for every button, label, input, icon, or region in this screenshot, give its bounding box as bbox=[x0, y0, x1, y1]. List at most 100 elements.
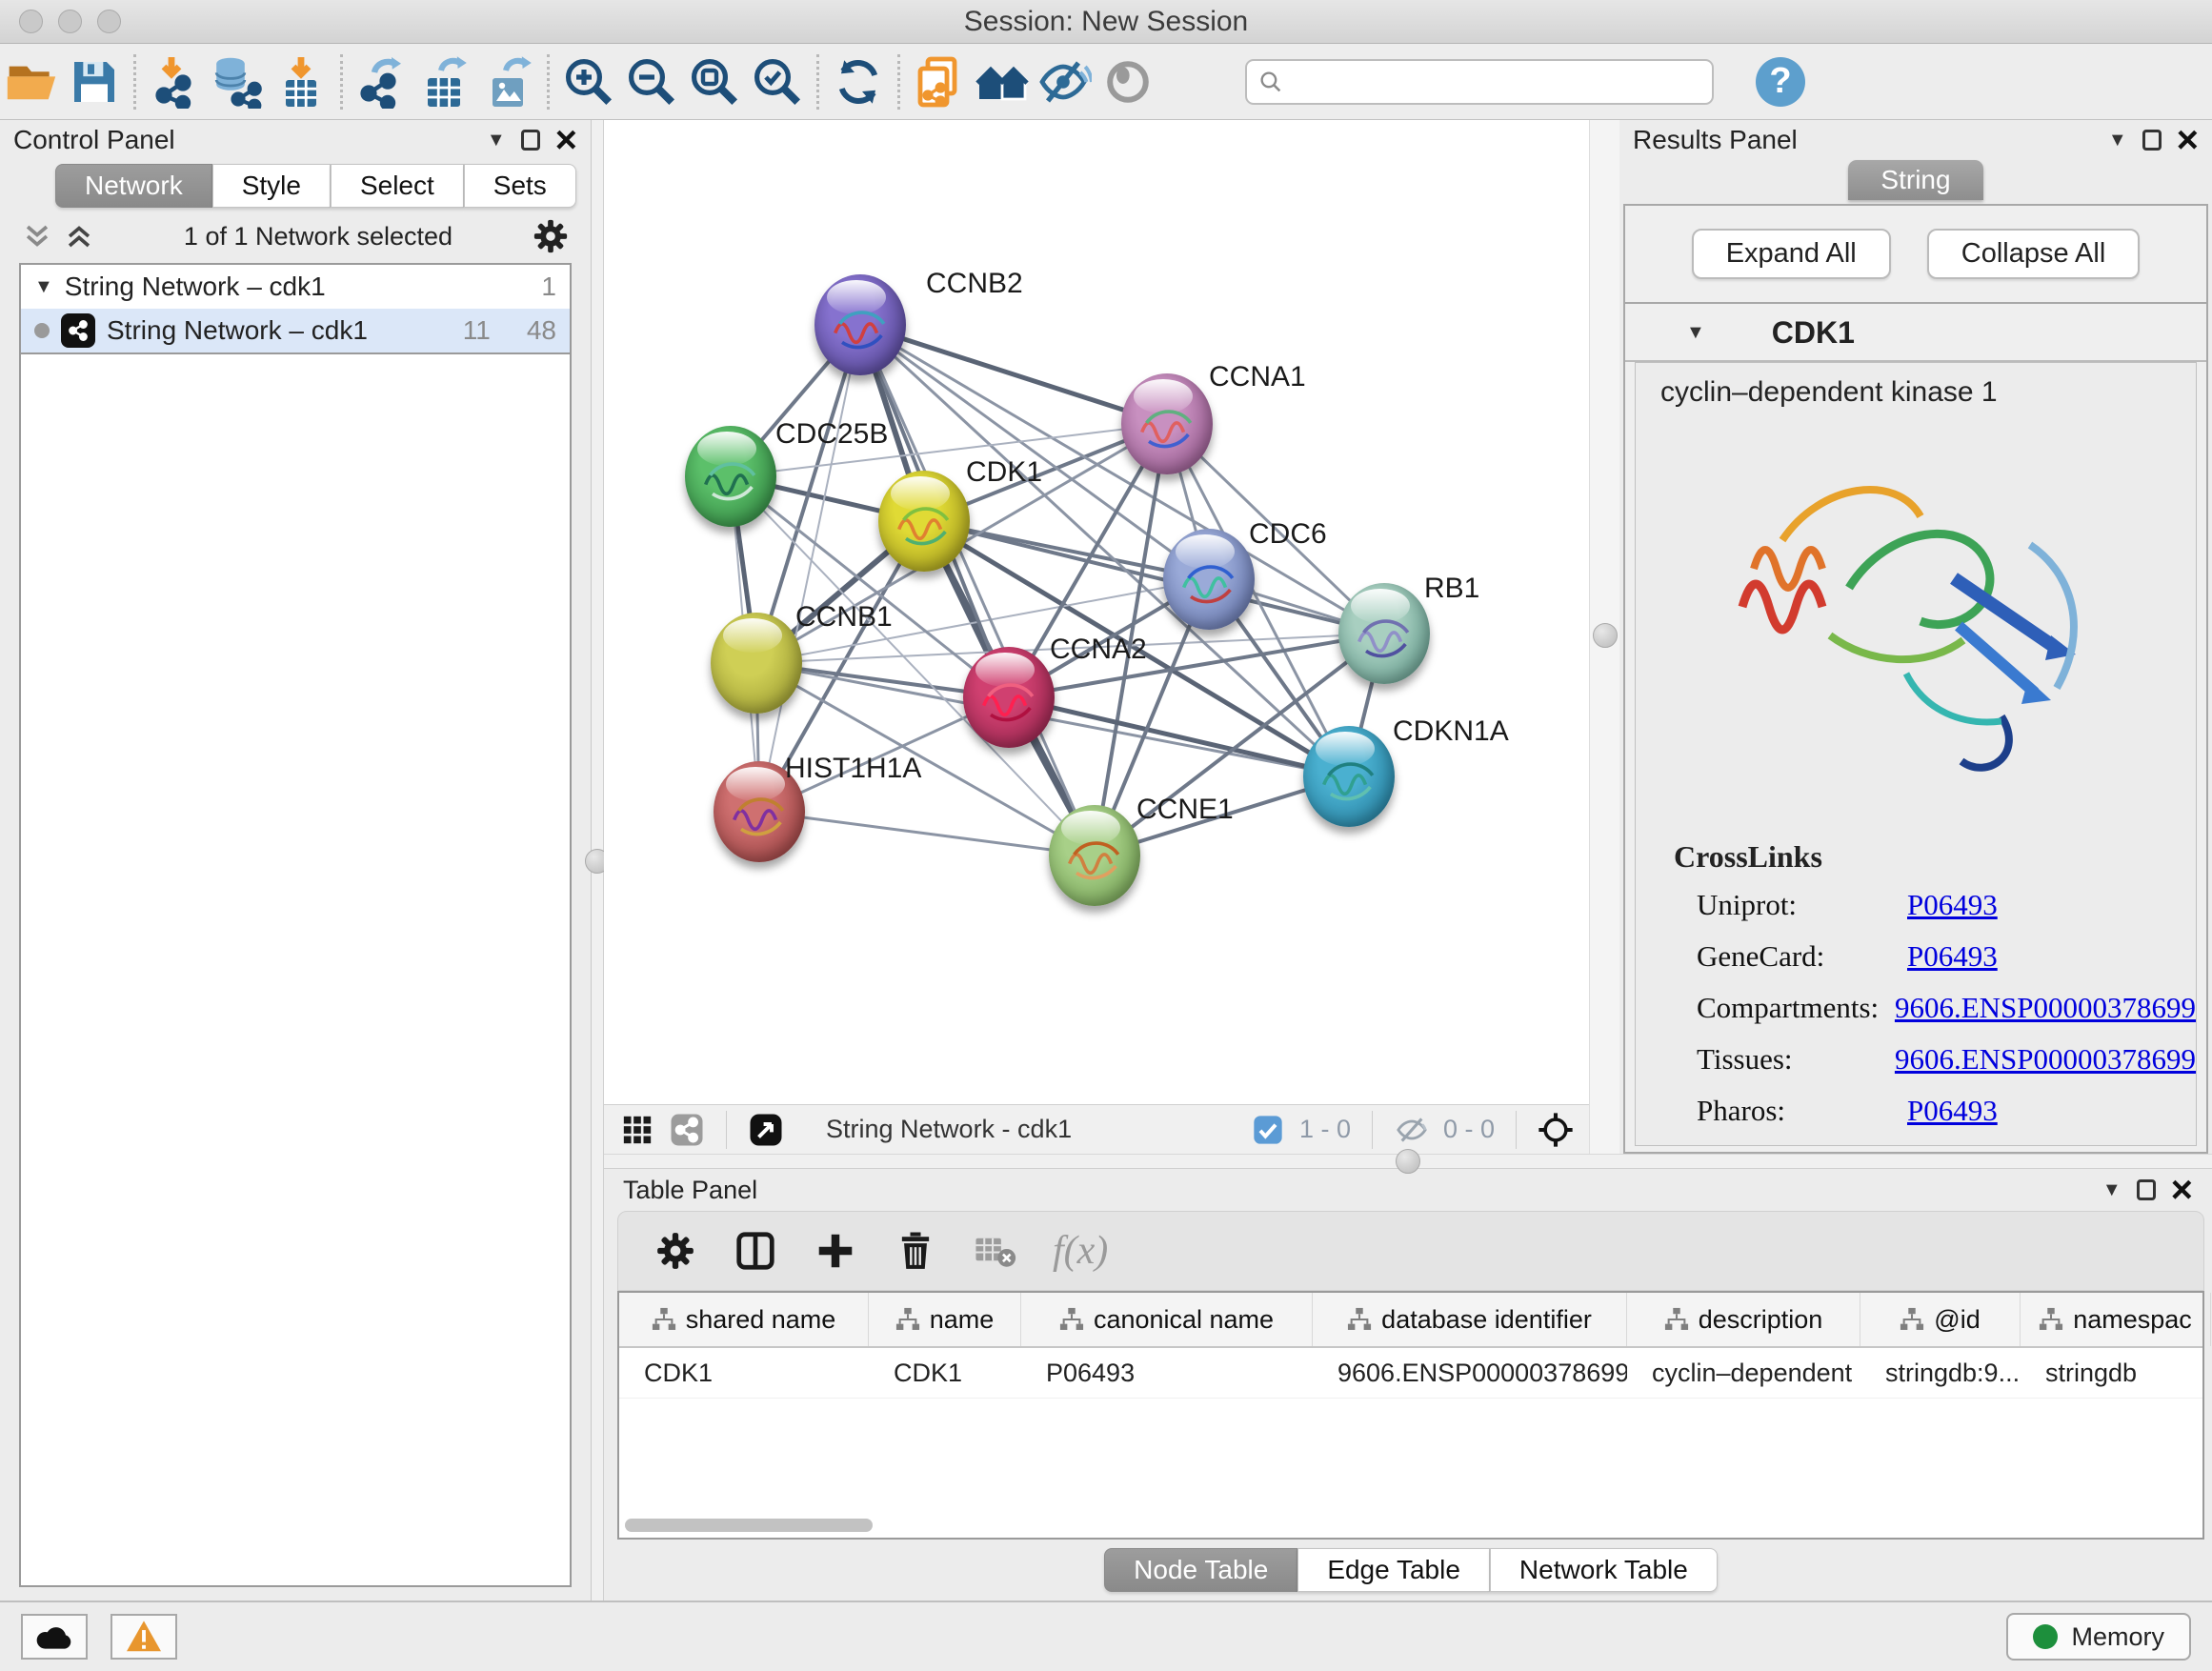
crosslink-link[interactable]: P06493 bbox=[1907, 1094, 1998, 1128]
splitter-handle[interactable] bbox=[1593, 623, 1618, 648]
zoom-out-button[interactable] bbox=[620, 50, 683, 113]
column-header-database-identifier[interactable]: database identifier bbox=[1313, 1293, 1627, 1346]
collapse-all-button[interactable]: Collapse All bbox=[1927, 229, 2141, 279]
tab-style[interactable]: Style bbox=[212, 164, 331, 208]
save-session-button[interactable] bbox=[63, 50, 126, 113]
panel-menu-icon[interactable]: ▼ bbox=[2102, 1179, 2122, 1201]
collapse-all-icon[interactable] bbox=[21, 220, 53, 252]
crosslinks-title: CrossLinks bbox=[1674, 839, 2196, 875]
crosslink-link[interactable]: P06493 bbox=[1907, 888, 1998, 922]
function-builder-button[interactable]: f(x) bbox=[1053, 1228, 1108, 1274]
hide-selected-button[interactable] bbox=[1034, 50, 1096, 113]
help-button[interactable]: ? bbox=[1756, 57, 1805, 107]
node-CCNA1[interactable] bbox=[1121, 373, 1213, 474]
cloud-button[interactable] bbox=[21, 1614, 88, 1660]
network-canvas[interactable]: CCNB2CCNA1CDC25BCDK1CDC6RB1CCNB1CCNA2CDK… bbox=[604, 120, 1589, 1104]
zoom-in-button[interactable] bbox=[557, 50, 620, 113]
add-column-button[interactable] bbox=[813, 1228, 858, 1274]
left-splitter[interactable] bbox=[592, 120, 604, 1601]
network-view-icon[interactable] bbox=[669, 1112, 705, 1148]
column-header--id[interactable]: @id bbox=[1860, 1293, 2021, 1346]
network-row[interactable]: String Network – cdk1 11 48 bbox=[21, 309, 570, 352]
column-header-namespac[interactable]: namespac bbox=[2021, 1293, 2211, 1346]
edge-CCNA2-CDKN1A[interactable] bbox=[1009, 697, 1349, 776]
warning-button[interactable] bbox=[111, 1614, 177, 1660]
search-input[interactable] bbox=[1291, 67, 1700, 96]
node-entry-header[interactable]: ▼ CDK1 bbox=[1625, 304, 2206, 362]
tab-sets[interactable]: Sets bbox=[464, 164, 576, 208]
apply-layout-button[interactable] bbox=[827, 50, 890, 113]
splitter-handle[interactable] bbox=[1396, 1149, 1420, 1174]
collapse-caret-icon[interactable]: ▼ bbox=[1686, 322, 1705, 344]
edge-CCNB2-CCNA1[interactable] bbox=[860, 325, 1167, 424]
panel-float-icon[interactable] bbox=[2137, 1179, 2156, 1200]
zoom-selected-button[interactable] bbox=[746, 50, 809, 113]
show-columns-button[interactable] bbox=[733, 1228, 778, 1274]
node-CCNB1[interactable] bbox=[711, 613, 802, 714]
panel-close-icon[interactable]: × bbox=[555, 130, 577, 151]
network-collection-row[interactable]: ▼ String Network – cdk1 1 bbox=[21, 265, 570, 309]
table-options-button[interactable] bbox=[653, 1228, 698, 1274]
zoom-fit-button[interactable] bbox=[683, 50, 746, 113]
birdseye-toggle-icon[interactable] bbox=[748, 1112, 784, 1148]
panel-close-icon[interactable]: × bbox=[2171, 1179, 2193, 1200]
delete-table-button[interactable] bbox=[973, 1228, 1018, 1274]
export-image-button[interactable] bbox=[476, 50, 539, 113]
tab-node-table[interactable]: Node Table bbox=[1104, 1548, 1297, 1592]
export-network-button[interactable] bbox=[351, 50, 413, 113]
node-CCNA2[interactable] bbox=[963, 647, 1055, 748]
expand-all-button[interactable]: Expand All bbox=[1692, 229, 1891, 279]
column-header-description[interactable]: description bbox=[1627, 1293, 1860, 1346]
delete-column-button[interactable] bbox=[893, 1228, 938, 1274]
table-row[interactable]: CDK1CDK1P064939606.ENSP00000378699cyclin… bbox=[619, 1348, 2202, 1399]
tab-string[interactable]: String bbox=[1848, 160, 1982, 200]
node-CDC6[interactable] bbox=[1163, 529, 1255, 630]
grid-view-icon[interactable] bbox=[619, 1112, 655, 1148]
node-CDC25B[interactable] bbox=[685, 426, 776, 527]
panel-close-icon[interactable]: × bbox=[2177, 130, 2199, 151]
tab-network-table[interactable]: Network Table bbox=[1490, 1548, 1718, 1592]
refresh-icon bbox=[832, 55, 885, 109]
tab-select[interactable]: Select bbox=[331, 164, 464, 208]
table-cell: P06493 bbox=[1021, 1348, 1313, 1398]
crosshair-icon[interactable] bbox=[1538, 1112, 1574, 1148]
panel-float-icon[interactable] bbox=[2142, 130, 2162, 151]
protein-thumbnail bbox=[1060, 827, 1130, 894]
attribute-type-icon bbox=[2039, 1307, 2063, 1332]
import-network-button[interactable] bbox=[144, 50, 207, 113]
column-header-shared-name[interactable]: shared name bbox=[619, 1293, 869, 1346]
node-CCNB2[interactable] bbox=[814, 274, 906, 375]
node-CDKN1A[interactable] bbox=[1303, 726, 1395, 827]
import-table-button[interactable] bbox=[270, 50, 332, 113]
crosslink-link[interactable]: 9606.ENSP00000378699 bbox=[1895, 1042, 2196, 1077]
tab-edge-table[interactable]: Edge Table bbox=[1297, 1548, 1490, 1592]
open-session-button[interactable] bbox=[0, 50, 63, 113]
clone-network-button[interactable] bbox=[908, 50, 971, 113]
search-box[interactable] bbox=[1245, 59, 1714, 105]
edge-CCNE1-HIST1H1A[interactable] bbox=[759, 812, 1095, 856]
node-CCNE1[interactable] bbox=[1049, 805, 1140, 906]
zoom-out-icon bbox=[625, 55, 678, 109]
first-neighbors-button[interactable] bbox=[971, 50, 1034, 113]
gear-icon[interactable] bbox=[532, 217, 570, 255]
crosslink-link[interactable]: 9606.ENSP00000378699 bbox=[1895, 991, 2196, 1025]
show-all-button[interactable] bbox=[1096, 50, 1159, 113]
tab-network[interactable]: Network bbox=[55, 164, 212, 208]
column-header-canonical-name[interactable]: canonical name bbox=[1021, 1293, 1313, 1346]
column-header-name[interactable]: name bbox=[869, 1293, 1021, 1346]
crosslink-link[interactable]: P06493 bbox=[1907, 939, 1998, 974]
import-network-database-button[interactable] bbox=[207, 50, 270, 113]
horizontal-scrollbar[interactable] bbox=[625, 1519, 873, 1532]
export-table-button[interactable] bbox=[413, 50, 476, 113]
node-RB1[interactable] bbox=[1338, 583, 1430, 684]
panel-float-icon[interactable] bbox=[521, 130, 540, 151]
collapse-caret-icon[interactable]: ▼ bbox=[34, 276, 53, 298]
panel-menu-icon[interactable]: ▼ bbox=[2108, 130, 2127, 151]
memory-button[interactable]: Memory bbox=[2006, 1613, 2191, 1661]
node-CDK1[interactable] bbox=[878, 471, 970, 572]
expand-all-icon[interactable] bbox=[63, 220, 95, 252]
table-splitter[interactable] bbox=[604, 1154, 2212, 1169]
panel-menu-icon[interactable]: ▼ bbox=[487, 130, 506, 151]
results-panel-title: Results Panel bbox=[1633, 125, 1798, 155]
results-splitter[interactable] bbox=[1589, 120, 1619, 1154]
